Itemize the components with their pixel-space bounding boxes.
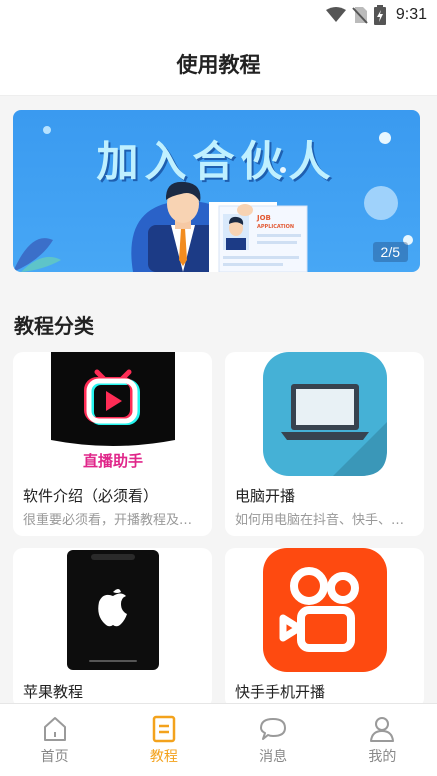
card-description: 很重要必须看，开播教程及…	[23, 513, 193, 528]
kuaishou-logo-icon	[262, 548, 387, 672]
tab-tutorial[interactable]: 教程	[109, 704, 218, 776]
home-icon	[43, 717, 66, 741]
status-bar: 9:31	[0, 0, 437, 32]
status-icons: 9:31	[325, 5, 427, 25]
tutorial-card-software-intro[interactable]: 直播助手 软件介绍（必须看） 很重要必须看，开播教程及…	[13, 352, 212, 536]
card-description: 如何用电脑在抖音、快手、…	[235, 513, 405, 528]
card-thumbnail	[225, 352, 424, 476]
header: 使用教程	[0, 32, 437, 96]
banner-carousel[interactable]: JOB APPLICATION 加入合伙人 2/5	[13, 110, 420, 272]
tab-profile[interactable]: 我的	[328, 704, 437, 776]
banner-doc-label-2: APPLICATION	[257, 224, 294, 230]
card-thumbnail	[225, 548, 424, 672]
document-icon	[152, 715, 176, 743]
no-sim-icon	[352, 7, 368, 24]
tab-label: 首页	[40, 749, 69, 765]
card-title: 软件介绍（必须看）	[23, 487, 159, 505]
status-time: 9:31	[395, 6, 427, 23]
apple-phone-icon	[66, 550, 159, 670]
battery-icon	[373, 5, 386, 25]
tab-label: 教程	[149, 749, 178, 765]
user-icon	[370, 717, 395, 742]
banner-doc-label-1: JOB	[256, 214, 271, 222]
laptop-icon	[262, 352, 387, 476]
card-title: 电脑开播	[235, 487, 296, 505]
banner-title: 加入合伙人	[96, 137, 337, 186]
tab-messages[interactable]: 消息	[219, 704, 328, 776]
card-title: 快手手机开播	[235, 683, 326, 701]
wifi-icon	[325, 7, 346, 22]
tab-label: 我的	[368, 749, 397, 765]
live-assistant-logo-icon: 直播助手	[50, 352, 175, 476]
page-title: 使用教程	[176, 52, 261, 77]
card-thumb-text: 直播助手	[82, 452, 142, 470]
chat-bubble-icon	[260, 718, 287, 740]
card-thumbnail: 直播助手	[13, 352, 212, 476]
tab-label: 消息	[259, 749, 288, 765]
tutorial-card-kuaishou[interactable]: 快手手机开播	[225, 548, 424, 708]
card-title: 苹果教程	[23, 683, 84, 701]
tab-home[interactable]: 首页	[0, 704, 109, 776]
card-thumbnail	[13, 548, 212, 672]
banner-page-indicator: 2/5	[372, 242, 408, 262]
tutorial-card-apple[interactable]: 苹果教程	[13, 548, 212, 708]
bottom-tab-bar: 首页 教程 消息 我的	[0, 703, 437, 776]
section-title: 教程分类	[14, 314, 94, 338]
tutorial-card-pc-live[interactable]: 电脑开播 如何用电脑在抖音、快手、…	[225, 352, 424, 536]
